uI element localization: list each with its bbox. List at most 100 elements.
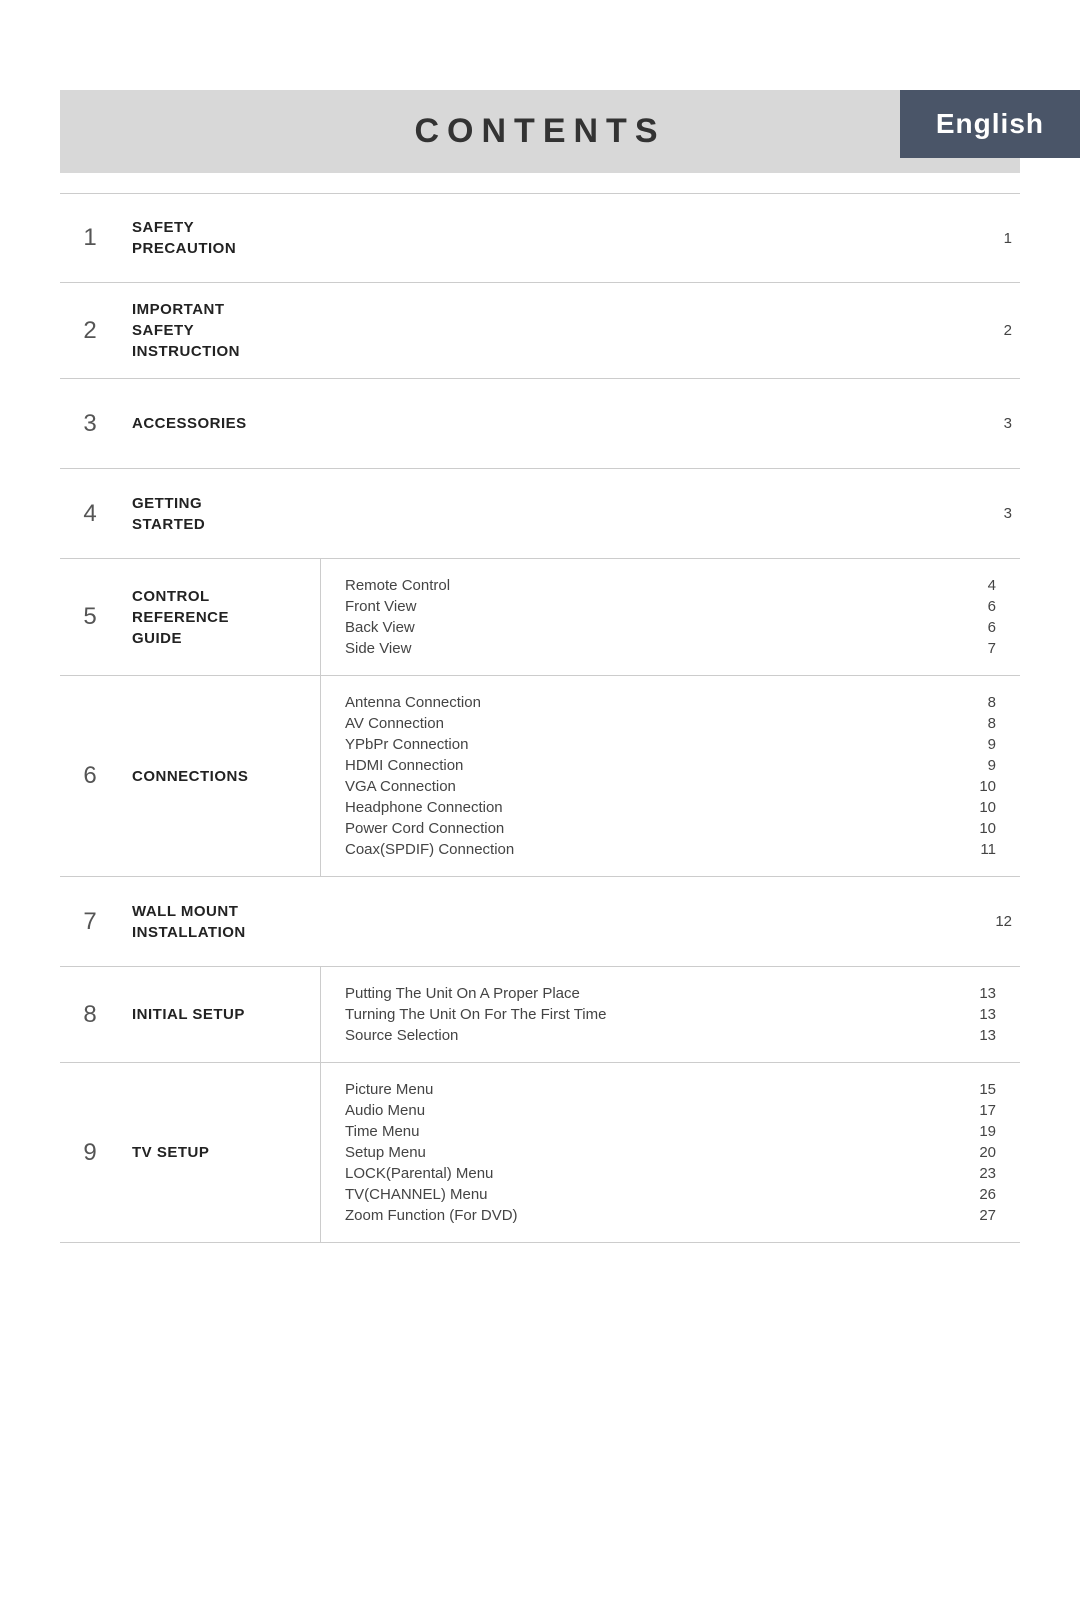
sub-item-page: 23 bbox=[972, 1165, 996, 1182]
sub-item: Coax(SPDIF) Connection 11 bbox=[345, 839, 996, 860]
sub-item: Putting The Unit On A Proper Place 13 bbox=[345, 983, 996, 1004]
sub-item-text: Putting The Unit On A Proper Place bbox=[345, 985, 956, 1002]
toc-row: 3ACCESSORIES3 bbox=[60, 379, 1020, 469]
sub-item: Power Cord Connection 10 bbox=[345, 818, 996, 839]
toc-row: 9TV SETUPPicture Menu15Audio Menu17Time … bbox=[60, 1063, 1020, 1243]
section-label: WALL MOUNT INSTALLATION bbox=[120, 877, 320, 966]
section-number: 2 bbox=[60, 283, 120, 378]
sub-item: Remote Control 4 bbox=[345, 575, 996, 596]
section-sub-col: Remote Control 4 Front View 6 Back View 6 Side… bbox=[320, 559, 1020, 675]
section-page: 3 bbox=[980, 469, 1020, 558]
sub-item-page: 13 bbox=[972, 985, 996, 1002]
section-number: 5 bbox=[60, 559, 120, 675]
sub-item-page: 11 bbox=[972, 841, 996, 858]
toc-container: 1SAFETY PRECAUTION12IMPORTANT SAFETY INS… bbox=[0, 193, 1080, 1243]
sub-item-page: 27 bbox=[972, 1207, 996, 1224]
sub-item-text: Picture Menu bbox=[345, 1081, 956, 1098]
sub-item: Zoom Function (For DVD) 27 bbox=[345, 1205, 996, 1226]
sub-item-text: Side View bbox=[345, 640, 956, 657]
section-number: 7 bbox=[60, 877, 120, 966]
sub-item-text: Back View bbox=[345, 619, 956, 636]
toc-row: 4GETTING STARTED 3 bbox=[60, 469, 1020, 559]
section-number: 4 bbox=[60, 469, 120, 558]
section-number: 9 bbox=[60, 1063, 120, 1242]
section-sub-col bbox=[320, 283, 980, 378]
toc-row: 8INITIAL SETUP Putting The Unit On A Prop… bbox=[60, 967, 1020, 1063]
sub-item: Turning The Unit On For The First Time 13 bbox=[345, 1004, 996, 1025]
section-label: IMPORTANT SAFETY INSTRUCTION bbox=[120, 283, 320, 378]
sub-item: Side View 7 bbox=[345, 638, 996, 659]
sub-item-page: 6 bbox=[972, 598, 996, 615]
sub-item: HDMI Connection9 bbox=[345, 755, 996, 776]
sub-item: Headphone Connection10 bbox=[345, 797, 996, 818]
section-number: 1 bbox=[60, 194, 120, 282]
sub-item-text: YPbPr Connection bbox=[345, 736, 956, 753]
sub-item-text: TV(CHANNEL) Menu bbox=[345, 1186, 956, 1203]
sub-item: Back View 6 bbox=[345, 617, 996, 638]
section-label: TV SETUP bbox=[120, 1063, 320, 1242]
sub-item-text: Source Selection bbox=[345, 1027, 956, 1044]
toc-row: 6CONNECTIONS Antenna Connection8 AV Connec… bbox=[60, 676, 1020, 877]
sub-item-text: Setup Menu bbox=[345, 1144, 956, 1161]
section-number: 8 bbox=[60, 967, 120, 1062]
language-text: English bbox=[936, 108, 1044, 139]
sub-item-page: 7 bbox=[972, 640, 996, 657]
sub-item-page: 8 bbox=[972, 715, 996, 732]
sub-item-text: Turning The Unit On For The First Time bbox=[345, 1006, 956, 1023]
section-sub-col: Antenna Connection8 AV Connection 8 YPbPr C… bbox=[320, 676, 1020, 876]
section-number: 6 bbox=[60, 676, 120, 876]
section-label: GETTING STARTED bbox=[120, 469, 320, 558]
sub-item-page: 10 bbox=[972, 778, 996, 795]
section-label: INITIAL SETUP bbox=[120, 967, 320, 1062]
toc-row: 2IMPORTANT SAFETY INSTRUCTION2 bbox=[60, 283, 1020, 379]
header-area: English CONTENTS bbox=[0, 90, 1080, 173]
section-sub-col bbox=[320, 379, 980, 468]
sub-item-text: Power Cord Connection bbox=[345, 820, 956, 837]
toc-row: 7WALL MOUNT INSTALLATION 12 bbox=[60, 877, 1020, 967]
sub-item: Audio Menu17 bbox=[345, 1100, 996, 1121]
sub-item: YPbPr Connection 9 bbox=[345, 734, 996, 755]
sub-item-page: 9 bbox=[972, 757, 996, 774]
section-page: 12 bbox=[980, 877, 1020, 966]
sub-item-text: Remote Control bbox=[345, 577, 956, 594]
section-label: SAFETY PRECAUTION bbox=[120, 194, 320, 282]
sub-item-page: 26 bbox=[972, 1186, 996, 1203]
sub-item: LOCK(Parental) Menu 23 bbox=[345, 1163, 996, 1184]
sub-item-text: LOCK(Parental) Menu bbox=[345, 1165, 956, 1182]
sub-item-text: Time Menu bbox=[345, 1123, 956, 1140]
toc-row: 5CONTROL REFERENCE GUIDERemote Control4F… bbox=[60, 559, 1020, 676]
sub-item: Antenna Connection8 bbox=[345, 692, 996, 713]
sub-item-page: 17 bbox=[972, 1102, 996, 1119]
section-sub-col: Picture Menu 15 Audio Menu17 Time Menu 19 Set… bbox=[320, 1063, 1020, 1242]
section-sub-col: Putting The Unit On A Proper Place13Turn… bbox=[320, 967, 1020, 1062]
sub-item-page: 13 bbox=[972, 1006, 996, 1023]
sub-item-page: 6 bbox=[972, 619, 996, 636]
sub-item-page: 10 bbox=[972, 799, 996, 816]
sub-item: Picture Menu 15 bbox=[345, 1079, 996, 1100]
sub-item-page: 8 bbox=[972, 694, 996, 711]
section-label: ACCESSORIES bbox=[120, 379, 320, 468]
sub-item-page: 19 bbox=[972, 1123, 996, 1140]
section-sub-col bbox=[320, 469, 980, 558]
sub-item-page: 9 bbox=[972, 736, 996, 753]
sub-item-page: 13 bbox=[972, 1027, 996, 1044]
sub-item-page: 20 bbox=[972, 1144, 996, 1161]
toc-row: 1SAFETY PRECAUTION1 bbox=[60, 193, 1020, 283]
sub-item-page: 4 bbox=[972, 577, 996, 594]
sub-item-text: Zoom Function (For DVD) bbox=[345, 1207, 956, 1224]
section-label: CONNECTIONS bbox=[120, 676, 320, 876]
sub-item-text: Front View bbox=[345, 598, 956, 615]
section-page: 1 bbox=[980, 194, 1020, 282]
section-page: 3 bbox=[980, 379, 1020, 468]
sub-item-text: VGA Connection bbox=[345, 778, 956, 795]
sub-item: Source Selection 13 bbox=[345, 1025, 996, 1046]
sub-item: Setup Menu 20 bbox=[345, 1142, 996, 1163]
sub-item-text: Coax(SPDIF) Connection bbox=[345, 841, 956, 858]
sub-item: Time Menu 19 bbox=[345, 1121, 996, 1142]
section-sub-col bbox=[320, 877, 980, 966]
sub-item-page: 15 bbox=[972, 1081, 996, 1098]
sub-item-page: 10 bbox=[972, 820, 996, 837]
sub-item: TV(CHANNEL) Menu 26 bbox=[345, 1184, 996, 1205]
sub-item: Front View 6 bbox=[345, 596, 996, 617]
sub-item-text: AV Connection bbox=[345, 715, 956, 732]
